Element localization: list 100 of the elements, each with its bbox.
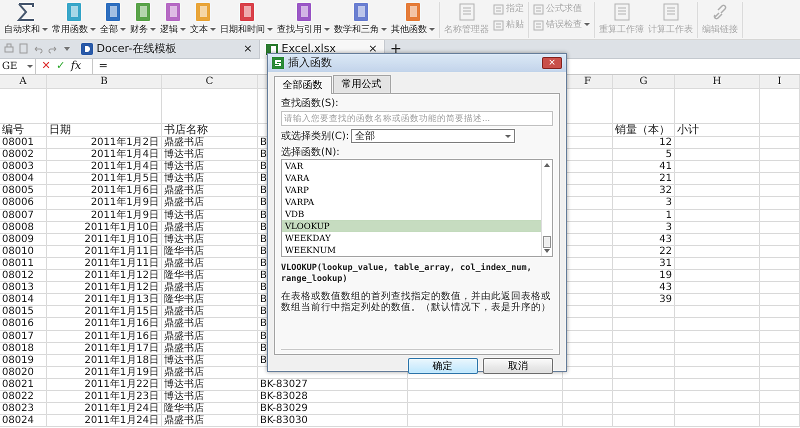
empty-cell bbox=[613, 330, 675, 343]
table-cell: 08001 bbox=[0, 137, 47, 150]
document-icon bbox=[493, 20, 504, 31]
empty-cell bbox=[760, 282, 800, 294]
table-cell: 2011年1月4日 bbox=[47, 149, 162, 162]
table-cell: 书店名称 bbox=[162, 124, 258, 137]
table-cell: 08005 bbox=[0, 185, 47, 198]
empty-cell bbox=[760, 294, 800, 306]
empty-cell bbox=[760, 378, 800, 391]
table-cell: 2011年1月12日 bbox=[47, 282, 162, 294]
table-cell: 销量（本） bbox=[613, 124, 675, 137]
table-cell: 08015 bbox=[0, 306, 47, 318]
empty-cell bbox=[613, 390, 675, 404]
category-select[interactable]: 全部 bbox=[351, 129, 515, 143]
table-cell: 08021 bbox=[0, 378, 47, 391]
empty-cell bbox=[760, 234, 800, 246]
function-item[interactable]: VLOOKUP bbox=[282, 220, 541, 232]
table-cell: 41 bbox=[613, 161, 675, 174]
tab-title: Docer-在线模板 bbox=[96, 40, 178, 57]
table-cell: 2011年1月23日 bbox=[47, 390, 162, 404]
table-cell: 编号 bbox=[0, 124, 47, 137]
ribbon-button[interactable]: 查找与引用 bbox=[275, 2, 332, 38]
empty-cell bbox=[760, 366, 800, 379]
ribbon-button[interactable]: 数学和三角 bbox=[332, 2, 389, 38]
table-cell: 08016 bbox=[0, 318, 47, 330]
table-cell: 5 bbox=[613, 149, 675, 162]
function-item[interactable]: VAR bbox=[282, 160, 541, 172]
table-cell: 08014 bbox=[0, 294, 47, 306]
empty-cell bbox=[760, 403, 800, 416]
ribbon-button[interactable]: 其他函数 bbox=[389, 2, 437, 38]
table-cell: 2011年1月16日 bbox=[47, 318, 162, 330]
column-header: H bbox=[675, 75, 760, 89]
empty-cell bbox=[760, 330, 800, 343]
empty-cell bbox=[0, 89, 47, 124]
dialog-tab[interactable]: 常用公式 bbox=[332, 74, 390, 93]
empty-cell bbox=[760, 415, 800, 428]
table-cell: 39 bbox=[613, 294, 675, 306]
table-cell: 08017 bbox=[0, 330, 47, 343]
table-cell: 08009 bbox=[0, 234, 47, 246]
ribbon-button[interactable]: 文本 bbox=[188, 2, 218, 38]
scroll-thumb[interactable] bbox=[543, 236, 551, 248]
ribbon-button[interactable]: 财务 bbox=[128, 2, 158, 38]
ribbon-button[interactable]: 逻辑 bbox=[158, 2, 188, 38]
table-cell: 2011年1月22日 bbox=[47, 378, 162, 391]
search-field[interactable]: 请输入您要查找的函数名称或函数功能的简要描述... bbox=[281, 111, 553, 126]
table-cell: 2011年1月11日 bbox=[47, 246, 162, 258]
print-icon[interactable] bbox=[2, 43, 15, 55]
dialog-tab[interactable]: 全部函数 bbox=[274, 76, 332, 94]
ribbon-button[interactable]: 常用函数 bbox=[50, 2, 98, 38]
table-cell: 08018 bbox=[0, 342, 47, 355]
cancel-button[interactable]: 取消 bbox=[483, 358, 553, 374]
close-icon[interactable]: × bbox=[368, 40, 378, 58]
ok-button[interactable]: 确定 bbox=[408, 358, 478, 374]
cancel-button[interactable]: ✕ bbox=[41, 58, 51, 75]
table-cell: 08012 bbox=[0, 270, 47, 282]
empty-cell bbox=[563, 390, 613, 404]
empty-cell bbox=[760, 246, 800, 258]
empty-cell bbox=[760, 185, 800, 198]
ribbon-button[interactable]: 全部 bbox=[98, 2, 128, 38]
name-box[interactable]: GE bbox=[0, 59, 36, 74]
ribbon-button[interactable]: 日期和时间 bbox=[218, 2, 275, 38]
empty-cell bbox=[760, 210, 800, 222]
table-cell: 08011 bbox=[0, 258, 47, 270]
close-icon[interactable]: × bbox=[243, 40, 252, 58]
table-cell: 2011年1月24日 bbox=[47, 403, 162, 416]
table-cell: 2011年1月10日 bbox=[47, 222, 162, 234]
empty-cell bbox=[760, 222, 800, 234]
empty-cell bbox=[760, 318, 800, 330]
docer-logo-icon bbox=[80, 43, 92, 55]
function-button[interactable]: fx bbox=[70, 58, 82, 75]
scroll-up-icon bbox=[543, 162, 551, 168]
empty-cell bbox=[613, 403, 675, 416]
page-icon[interactable] bbox=[18, 43, 30, 55]
table-cell: 2011年1月9日 bbox=[47, 210, 162, 222]
table-cell: 3 bbox=[613, 222, 675, 234]
table-cell: 1 bbox=[613, 210, 675, 222]
empty-cell bbox=[760, 161, 800, 174]
table-cell: 2011年1月11日 bbox=[47, 258, 162, 270]
table-cell: 19 bbox=[613, 270, 675, 282]
table-cell: 2011年1月17日 bbox=[47, 342, 162, 355]
close-button[interactable]: × bbox=[542, 57, 562, 69]
document-icon bbox=[493, 4, 504, 16]
table-cell: BK-83030 bbox=[258, 415, 408, 428]
table-cell: BK-83029 bbox=[258, 403, 408, 416]
empty-cell bbox=[613, 354, 675, 367]
table-cell: 2011年1月15日 bbox=[47, 306, 162, 318]
ribbon-button[interactable]: 自动求和 bbox=[2, 2, 50, 38]
table-cell: 2011年1月10日 bbox=[47, 234, 162, 246]
column-header: G bbox=[613, 75, 675, 89]
table-cell: 08024 bbox=[0, 415, 47, 428]
empty-cell bbox=[563, 378, 613, 391]
empty-cell bbox=[760, 173, 800, 186]
empty-cell bbox=[613, 378, 675, 391]
sigma-icon bbox=[16, 2, 36, 22]
table-cell: 2011年1月18日 bbox=[47, 354, 162, 367]
table-cell: 2011年1月9日 bbox=[47, 197, 162, 210]
document-tab[interactable]: Docer-在线模板 × bbox=[74, 40, 260, 58]
column-header: B bbox=[47, 75, 162, 89]
empty-cell bbox=[760, 89, 800, 124]
table-cell: 08010 bbox=[0, 246, 47, 258]
